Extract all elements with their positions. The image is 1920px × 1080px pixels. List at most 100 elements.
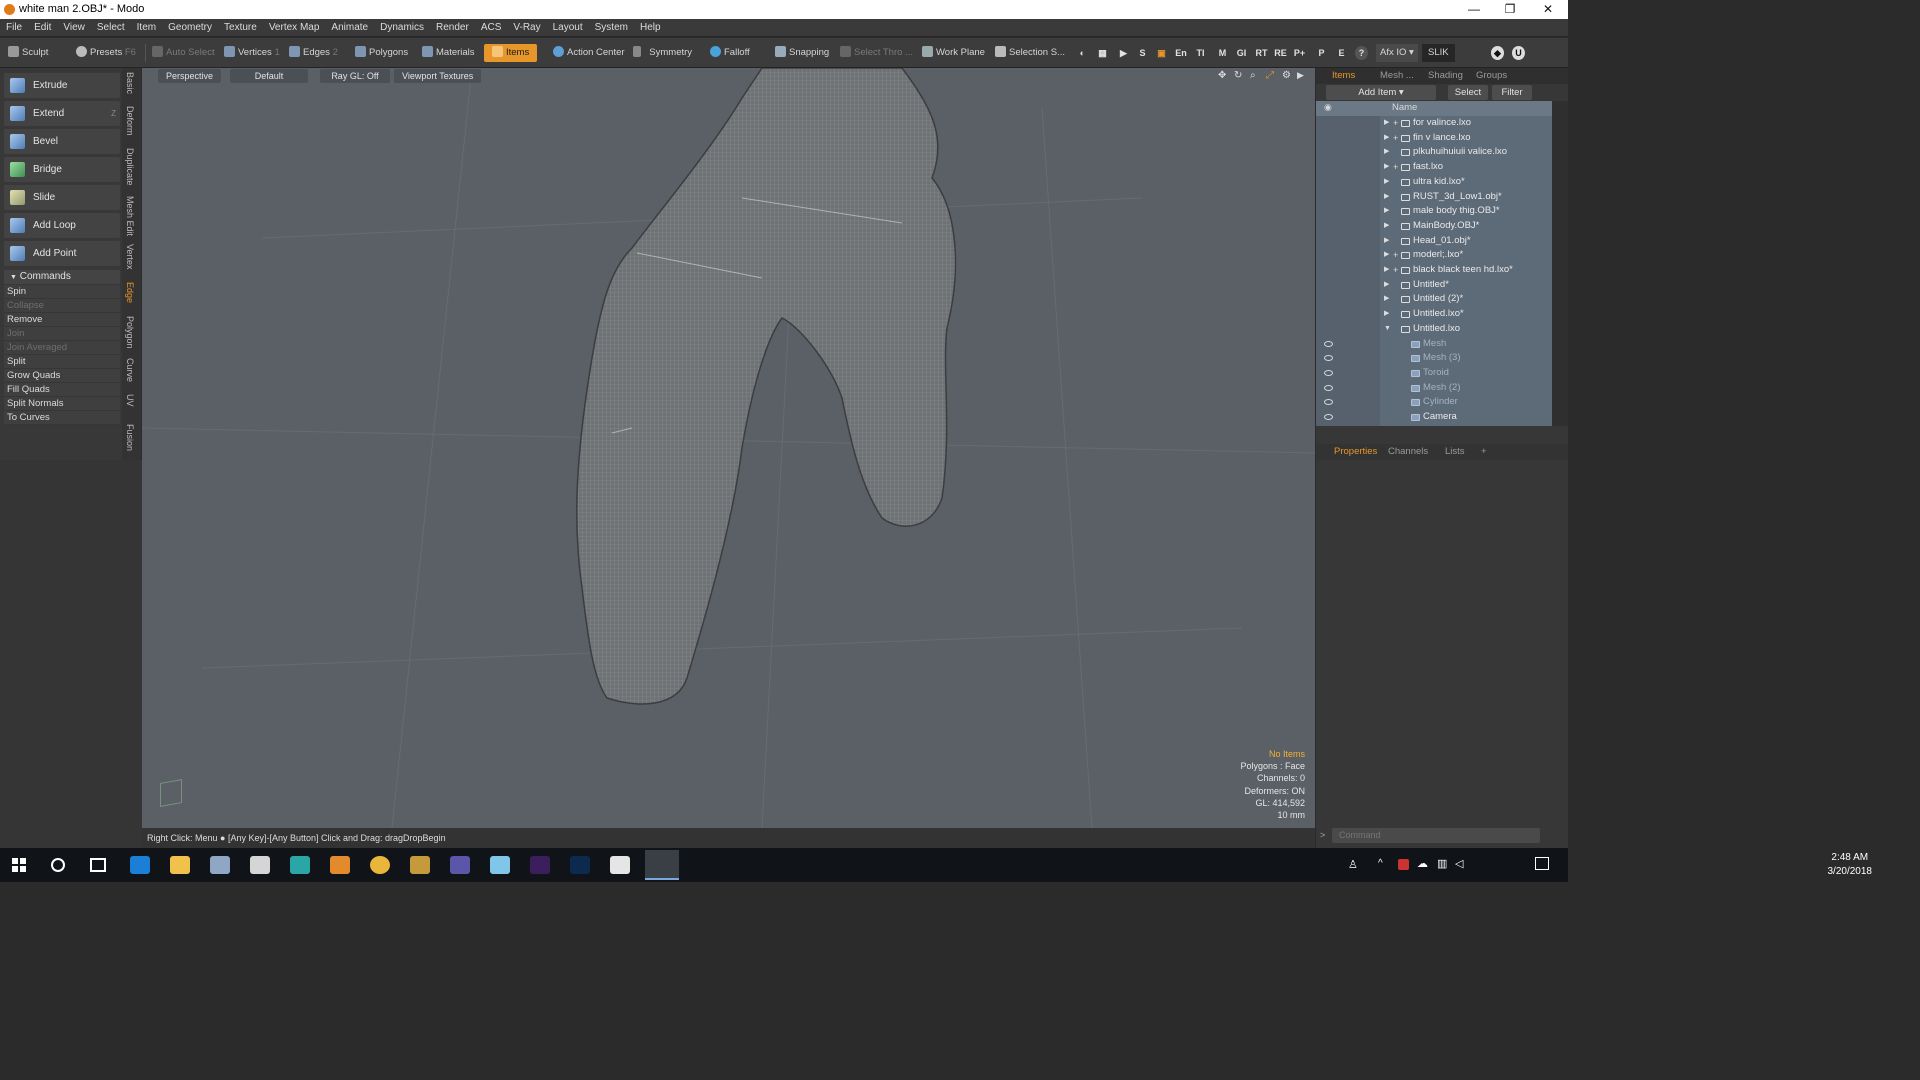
minimize-button[interactable]: — <box>1456 1 1492 18</box>
e-icon[interactable]: E <box>1335 46 1348 60</box>
maximize-button[interactable]: ❐ <box>1492 1 1528 18</box>
command-join[interactable]: Join <box>4 327 120 341</box>
cloud-icon[interactable]: ☁ <box>1417 857 1428 870</box>
menu-geometry[interactable]: Geometry <box>162 19 218 37</box>
item-row[interactable]: ▶ male body thig.OBJ* <box>1316 204 1552 219</box>
item-row[interactable]: ▶ + moderl;.lxo* <box>1316 248 1552 263</box>
command-remove[interactable]: Remove <box>4 313 120 327</box>
expand-right-icon[interactable]: ▶ <box>1384 292 1389 307</box>
tab-deform[interactable]: Deform <box>125 106 135 136</box>
m-icon[interactable]: M <box>1216 46 1229 60</box>
chrome-icon[interactable] <box>370 856 390 874</box>
app-icon-10[interactable] <box>450 856 470 874</box>
ray-gl-toggle[interactable]: Ray GL: Off <box>320 69 390 83</box>
menu-help[interactable]: Help <box>634 19 667 37</box>
file-explorer-icon[interactable] <box>170 856 190 874</box>
visibility-eye-icon[interactable] <box>1324 355 1333 362</box>
app-icon-4[interactable] <box>210 856 230 874</box>
tab-mesh-edit[interactable]: Mesh Edit <box>125 196 135 236</box>
p-icon[interactable]: P <box>1315 46 1328 60</box>
notifications-icon[interactable] <box>1535 857 1549 870</box>
extrude-tool[interactable]: Extrude <box>4 73 120 98</box>
visibility-eye-icon[interactable] <box>1324 369 1333 376</box>
plus-icon[interactable]: + <box>1393 116 1398 131</box>
snapping-button[interactable]: Snapping <box>775 44 829 62</box>
sculpt-button[interactable]: Sculpt <box>8 44 48 62</box>
re-icon[interactable]: RE <box>1274 46 1287 60</box>
item-row[interactable]: Toroid <box>1316 366 1552 381</box>
people-icon[interactable]: ♙ <box>1348 858 1358 871</box>
auto-select-button[interactable]: Auto Select <box>152 44 215 62</box>
visibility-eye-icon[interactable] <box>1324 399 1333 406</box>
item-row[interactable]: Camera <box>1316 410 1552 425</box>
slik-button[interactable]: SLIK <box>1422 44 1455 62</box>
tab-curve[interactable]: Curve <box>125 358 135 382</box>
tab-polygon[interactable]: Polygon <box>125 316 135 349</box>
menu-acs[interactable]: ACS <box>475 19 508 37</box>
presets-button[interactable]: Presets F6 <box>76 44 136 62</box>
menu-item[interactable]: Item <box>131 19 162 37</box>
command-split[interactable]: Split <box>4 355 120 369</box>
tab-lists[interactable]: Lists <box>1445 445 1465 459</box>
tab-channels[interactable]: Channels <box>1388 445 1428 459</box>
visibility-eye-icon[interactable] <box>1324 340 1333 347</box>
plus-icon[interactable]: + <box>1393 131 1398 146</box>
app-icon-9[interactable] <box>410 856 430 874</box>
select-through-button[interactable]: Select Thro ... <box>840 44 913 62</box>
tab-properties[interactable]: Properties <box>1334 445 1377 459</box>
menu-vray[interactable]: V-Ray <box>507 19 546 37</box>
edges-button[interactable]: Edges 2 <box>289 44 338 62</box>
network-icon[interactable]: ▥ <box>1437 857 1447 870</box>
command-spin[interactable]: Spin <box>4 285 120 299</box>
tab-vertex[interactable]: Vertex <box>125 244 135 270</box>
expand-right-icon[interactable]: ▶ <box>1384 160 1389 175</box>
gi-icon[interactable]: GI <box>1235 46 1248 60</box>
polygons-button[interactable]: Polygons <box>355 44 408 62</box>
rt-icon[interactable]: RT <box>1255 46 1268 60</box>
expand-right-icon[interactable]: ▶ <box>1384 248 1389 263</box>
tray-app-icon[interactable] <box>1398 859 1409 870</box>
menu-dynamics[interactable]: Dynamics <box>374 19 430 37</box>
plus-icon[interactable]: + <box>1393 263 1398 278</box>
items-button[interactable]: Items <box>484 44 538 62</box>
item-row[interactable]: ▶ + for valince.lxo <box>1316 116 1552 131</box>
taskbar-clock[interactable]: 2:48 AM 3/20/2018 <box>1828 851 1873 879</box>
en-icon[interactable]: En <box>1173 46 1189 60</box>
photoshop-icon[interactable] <box>570 856 590 874</box>
tab-duplicate[interactable]: Duplicate <box>125 148 135 186</box>
help-icon[interactable]: ? <box>1355 46 1368 60</box>
edge-browser-icon[interactable] <box>130 856 150 874</box>
expand-right-icon[interactable]: ▶ <box>1384 263 1389 278</box>
item-row[interactable]: ▶ ultra kid.lxo* <box>1316 175 1552 190</box>
menu-layout[interactable]: Layout <box>547 19 589 37</box>
menu-system[interactable]: System <box>589 19 634 37</box>
app-icon-14[interactable] <box>610 856 630 874</box>
item-row[interactable]: ▶ + fast.lxo <box>1316 160 1552 175</box>
expand-right-icon[interactable]: ▶ <box>1384 145 1389 160</box>
expand-right-icon[interactable]: ▶ <box>1384 204 1389 219</box>
visibility-eye-icon[interactable] <box>1324 414 1333 420</box>
item-row[interactable]: Mesh (3) <box>1316 351 1552 366</box>
add-loop-tool[interactable]: Add Loop <box>4 213 120 238</box>
app-icon-11[interactable] <box>490 856 510 874</box>
settings-gear-icon[interactable]: ⚙ <box>1282 70 1291 81</box>
volume-icon[interactable]: ◁ <box>1455 857 1463 870</box>
modo-taskbar-icon[interactable] <box>645 850 679 880</box>
cortana-search-icon[interactable] <box>51 858 65 872</box>
tab-edge[interactable]: Edge <box>125 282 135 303</box>
filter-button[interactable]: Filter <box>1492 85 1532 100</box>
close-button[interactable]: ✕ <box>1530 1 1566 18</box>
add-point-tool[interactable]: Add Point <box>4 241 120 266</box>
command-collapse[interactable]: Collapse <box>4 299 120 313</box>
perspective-dropdown[interactable]: Perspective <box>158 69 222 83</box>
menu-texture[interactable]: Texture <box>218 19 263 37</box>
rotate-icon[interactable]: ↻ <box>1234 70 1242 81</box>
expand-right-icon[interactable]: ▶ <box>1384 116 1389 131</box>
expand-right-icon[interactable]: ▶ <box>1384 190 1389 205</box>
item-row[interactable]: ▶ Untitled* <box>1316 278 1552 293</box>
expand-right-icon[interactable]: ▶ <box>1384 175 1389 190</box>
tab-mesh[interactable]: Mesh ... <box>1380 69 1414 83</box>
tab-shading[interactable]: Shading <box>1428 69 1463 83</box>
item-row[interactable]: ▶ + black black teen hd.lxo* <box>1316 263 1552 278</box>
menu-file[interactable]: File <box>0 19 28 37</box>
